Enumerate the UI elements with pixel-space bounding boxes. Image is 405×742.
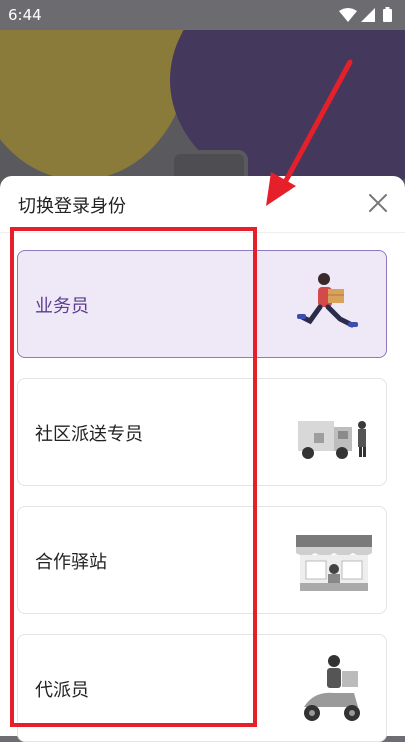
- background-circle-gold: [0, 30, 190, 180]
- sheet-title: 切换登录身份: [18, 196, 126, 217]
- role-label: 代派员: [35, 680, 89, 701]
- status-time: 6:44: [8, 6, 42, 24]
- delivery-truck-illustration: [298, 421, 366, 459]
- courier-running-illustration: [297, 273, 358, 328]
- role-card-proxy-dispatcher[interactable]: 代派员: [17, 634, 387, 742]
- role-card-partner-station[interactable]: 合作驿站: [17, 506, 387, 614]
- role-switch-sheet: 切换登录身份 业务员 社区派送专员 合作驿站 代派员: [0, 176, 405, 742]
- header-divider: [0, 232, 405, 233]
- signal-icon: [361, 8, 375, 22]
- wifi-icon: [339, 8, 357, 22]
- role-card-community-delivery[interactable]: 社区派送专员: [17, 378, 387, 486]
- status-icons: [339, 7, 392, 22]
- storefront-illustration: [296, 535, 372, 591]
- close-icon: [369, 194, 387, 212]
- background-overlay[interactable]: [0, 30, 405, 190]
- battery-icon: [383, 9, 392, 22]
- close-button[interactable]: [365, 190, 391, 216]
- role-label: 业务员: [35, 296, 89, 317]
- role-card-salesman[interactable]: 业务员: [17, 250, 387, 358]
- scooter-courier-illustration: [304, 655, 360, 721]
- status-bar: 6:44: [0, 0, 405, 30]
- role-label: 合作驿站: [35, 552, 107, 573]
- role-label: 社区派送专员: [35, 424, 143, 445]
